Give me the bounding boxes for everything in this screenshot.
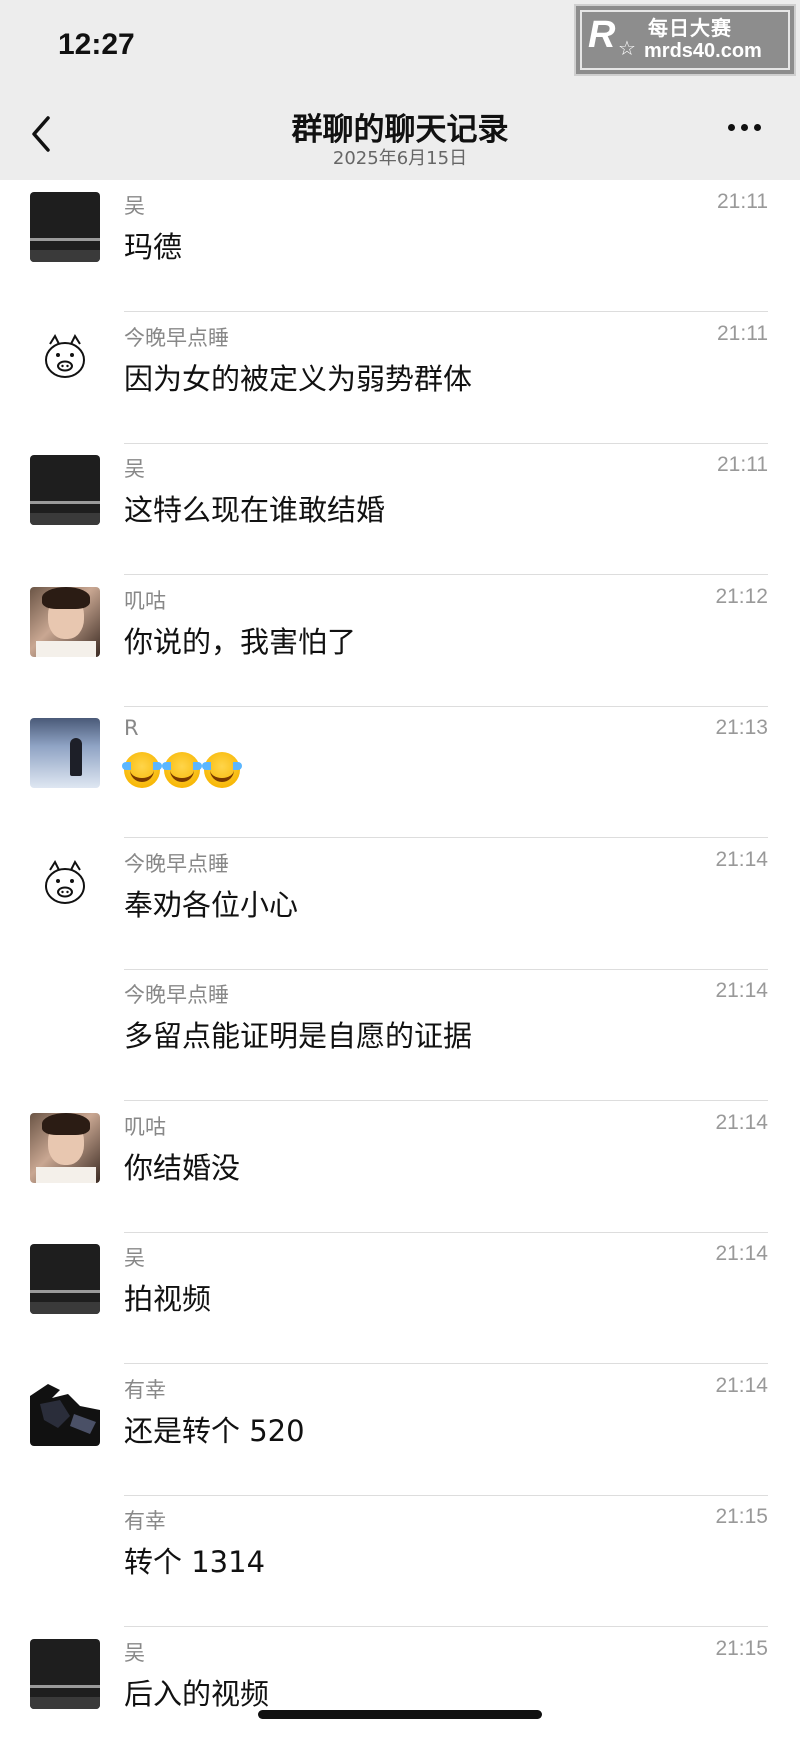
message-time: 21:11 bbox=[717, 321, 768, 345]
sender-name: 有幸 bbox=[124, 1509, 166, 1533]
message-time: 21:14 bbox=[715, 1110, 768, 1134]
message-time: 21:13 bbox=[715, 716, 768, 739]
page-title: 群聊的聊天记录 bbox=[291, 112, 509, 148]
message-item[interactable]: 有幸 21:14 还是转个 520 bbox=[0, 1364, 800, 1496]
message-text: 奉劝各位小心 bbox=[124, 887, 299, 922]
message-time: 21:15 bbox=[715, 1505, 768, 1528]
message-text: 因为女的被定义为弱势群体 bbox=[124, 361, 473, 396]
anime-figure-avatar[interactable] bbox=[30, 1375, 100, 1446]
emoji-row bbox=[122, 752, 244, 790]
sender-name: 今晚早点睡 bbox=[124, 325, 229, 350]
sender-name: 吴 bbox=[124, 194, 145, 218]
message-item[interactable]: 吴 21:11 这特么现在谁敢结婚 bbox=[0, 443, 800, 575]
sender-name: 有幸 bbox=[124, 1377, 166, 1402]
message-item[interactable]: 今晚早点睡 21:14 多留点能证明是自愿的证据 bbox=[0, 969, 800, 1101]
message-time: 21:12 bbox=[715, 584, 768, 608]
dark-screen-avatar[interactable] bbox=[30, 192, 100, 262]
dark-screen-avatar[interactable] bbox=[30, 455, 100, 525]
crying-laughing-emoji bbox=[162, 752, 202, 788]
message-text: 后入的视频 bbox=[124, 1676, 270, 1711]
message-item[interactable]: 吴 21:11 玛德 bbox=[0, 180, 800, 312]
dark-screen-avatar[interactable] bbox=[30, 1244, 100, 1314]
message-time: 21:14 bbox=[715, 1373, 768, 1397]
sender-name: 今晚早点睡 bbox=[124, 983, 229, 1007]
star-icon: ☆ bbox=[618, 36, 636, 60]
message-time: 21:14 bbox=[715, 979, 768, 1002]
message-text: 拍视频 bbox=[124, 1282, 212, 1316]
message-text: 这特么现在谁敢结婚 bbox=[124, 493, 386, 527]
message-text: 还是转个 520 bbox=[124, 1413, 305, 1448]
message-item[interactable]: 今晚早点睡 21:14 奉劝各位小心 bbox=[0, 838, 800, 970]
sender-name: 叽咕 bbox=[124, 1114, 166, 1139]
sender-name: 吴 bbox=[124, 1246, 145, 1270]
message-item[interactable]: R 21:13 bbox=[0, 706, 800, 838]
message-time: 21:14 bbox=[715, 847, 768, 871]
watermark: R ☆ 每日大赛 mrds40.com bbox=[574, 4, 796, 76]
nav-bar: 群聊的聊天记录 2025年6月15日 bbox=[0, 88, 800, 180]
message-item[interactable]: 吴 21:15 后入的视频 bbox=[0, 1627, 800, 1759]
home-indicator[interactable] bbox=[258, 1710, 542, 1719]
message-item[interactable]: 叽咕 21:12 你说的，我害怕了 bbox=[0, 575, 800, 707]
more-button[interactable] bbox=[724, 118, 764, 138]
message-time: 21:14 bbox=[715, 1242, 768, 1265]
portrait-avatar[interactable] bbox=[30, 1112, 100, 1183]
sender-name: 叽咕 bbox=[124, 588, 166, 613]
pig-face-avatar[interactable] bbox=[30, 324, 100, 394]
message-item[interactable]: 有幸 21:15 转个 1314 bbox=[0, 1495, 800, 1627]
status-time: 12:27 bbox=[58, 28, 135, 61]
portrait-avatar[interactable] bbox=[30, 586, 100, 657]
message-item[interactable]: 吴 21:14 拍视频 bbox=[0, 1232, 800, 1364]
message-text: 你结婚没 bbox=[124, 1150, 241, 1185]
message-text: 你说的，我害怕了 bbox=[124, 624, 357, 659]
message-item[interactable]: 今晚早点睡 21:11 因为女的被定义为弱势群体 bbox=[0, 312, 800, 444]
message-item[interactable]: 叽咕 21:14 你结婚没 bbox=[0, 1101, 800, 1233]
crying-laughing-emoji bbox=[202, 752, 242, 788]
snow-scene-avatar[interactable] bbox=[30, 718, 100, 788]
message-text: 玛德 bbox=[124, 230, 183, 264]
watermark-logo: R bbox=[588, 14, 616, 56]
sender-name: 今晚早点睡 bbox=[124, 851, 229, 876]
sender-name: 吴 bbox=[124, 1640, 145, 1665]
sender-name: R bbox=[124, 716, 139, 740]
message-time: 21:11 bbox=[717, 453, 768, 476]
watermark-url: mrds40.com bbox=[644, 40, 762, 62]
message-time: 21:15 bbox=[715, 1636, 768, 1660]
sender-name: 吴 bbox=[124, 457, 145, 481]
watermark-text: 每日大赛 bbox=[648, 16, 732, 40]
pig-face-avatar[interactable] bbox=[30, 850, 100, 920]
crying-laughing-emoji bbox=[122, 752, 162, 788]
message-time: 21:11 bbox=[717, 190, 768, 213]
page-subtitle: 2025年6月15日 bbox=[332, 148, 468, 169]
message-text: 多留点能证明是自愿的证据 bbox=[124, 1019, 473, 1053]
message-text: 转个 1314 bbox=[124, 1545, 266, 1579]
more-icon bbox=[728, 124, 735, 131]
dark-screen-avatar[interactable] bbox=[30, 1638, 100, 1709]
